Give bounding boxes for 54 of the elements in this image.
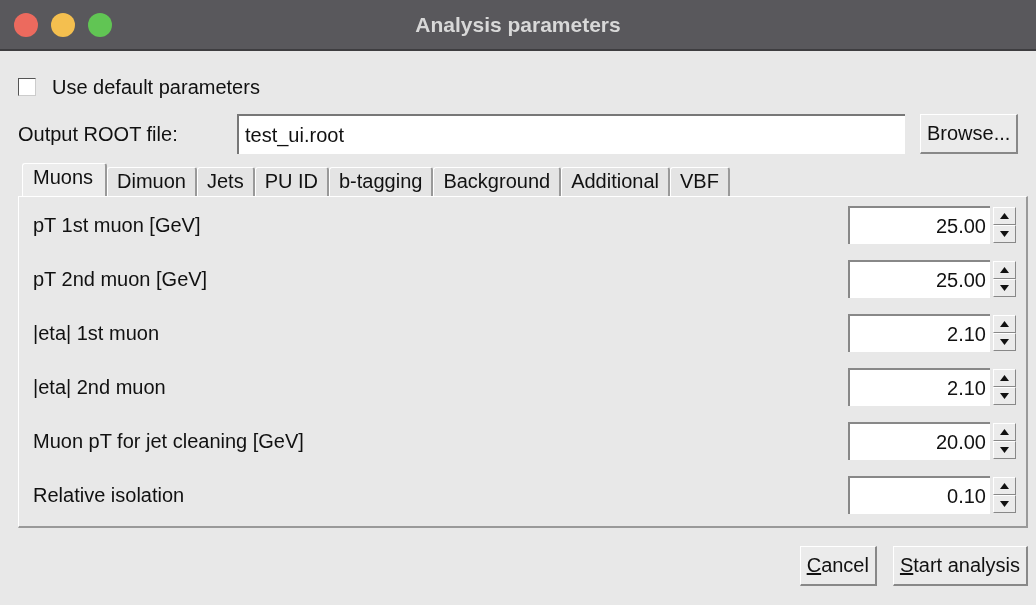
tab[interactable]: b-tagging bbox=[329, 167, 434, 196]
decrement-button[interactable] bbox=[993, 387, 1016, 405]
down-arrow-icon bbox=[1000, 501, 1009, 507]
decrement-button[interactable] bbox=[993, 333, 1016, 351]
decrement-button[interactable] bbox=[993, 441, 1016, 459]
parameter-label: |eta| 1st muon bbox=[33, 321, 159, 345]
tab[interactable]: Muons bbox=[22, 163, 108, 196]
number-field[interactable]: 25.00 bbox=[848, 206, 990, 244]
up-arrow-icon bbox=[1000, 213, 1009, 219]
decrement-button[interactable] bbox=[993, 225, 1016, 243]
up-arrow-icon bbox=[1000, 429, 1009, 435]
increment-button[interactable] bbox=[993, 369, 1016, 387]
increment-button[interactable] bbox=[993, 315, 1016, 333]
up-arrow-icon bbox=[1000, 267, 1009, 273]
checkbox-label: Use default parameters bbox=[52, 75, 260, 99]
file-field[interactable]: test_ui.root bbox=[237, 114, 905, 154]
parameter-label: Muon pT for jet cleaning [GeV] bbox=[33, 429, 304, 453]
dialog-button[interactable]: Cancel bbox=[799, 546, 877, 586]
tab[interactable]: Dimuon bbox=[107, 167, 197, 196]
number-field[interactable]: 2.10 bbox=[848, 368, 990, 406]
tab[interactable]: Additional bbox=[561, 167, 670, 196]
decrement-button[interactable] bbox=[993, 279, 1016, 297]
down-arrow-icon bbox=[1000, 285, 1009, 291]
parameter-label: |eta| 2nd muon bbox=[33, 375, 166, 399]
field-label: Output ROOT file: bbox=[18, 122, 179, 146]
number-field[interactable]: 0.10 bbox=[848, 476, 990, 514]
down-arrow-icon bbox=[1000, 339, 1009, 345]
up-arrow-icon bbox=[1000, 375, 1009, 381]
number-field[interactable]: 25.00 bbox=[848, 260, 990, 298]
number-field[interactable]: 20.00 bbox=[848, 422, 990, 460]
tab[interactable]: PU ID bbox=[254, 167, 329, 196]
zoom-button[interactable] bbox=[88, 12, 112, 37]
parameter-label: pT 1st muon [GeV] bbox=[33, 213, 201, 237]
up-arrow-icon bbox=[1000, 321, 1009, 327]
checkbox[interactable] bbox=[18, 78, 36, 96]
tab[interactable]: Jets bbox=[196, 167, 255, 196]
number-field[interactable]: 2.10 bbox=[848, 314, 990, 352]
parameter-label: pT 2nd muon [GeV] bbox=[33, 267, 208, 291]
parameter-label: Relative isolation bbox=[33, 483, 185, 507]
minimize-button[interactable] bbox=[51, 12, 75, 37]
dialog-button[interactable]: Start analysis bbox=[892, 546, 1028, 586]
down-arrow-icon bbox=[1000, 231, 1009, 237]
down-arrow-icon bbox=[1000, 393, 1009, 399]
increment-button[interactable] bbox=[993, 207, 1016, 225]
down-arrow-icon bbox=[1000, 447, 1009, 453]
up-arrow-icon bbox=[1000, 483, 1009, 489]
increment-button[interactable] bbox=[993, 477, 1016, 495]
window-title: Analysis parameters bbox=[415, 12, 621, 37]
decrement-button[interactable] bbox=[993, 495, 1016, 513]
increment-button[interactable] bbox=[993, 261, 1016, 279]
browse-button[interactable]: Browse... bbox=[920, 114, 1019, 154]
tab[interactable]: VBF bbox=[670, 167, 730, 196]
increment-button[interactable] bbox=[993, 423, 1016, 441]
tab[interactable]: Background bbox=[433, 167, 562, 196]
